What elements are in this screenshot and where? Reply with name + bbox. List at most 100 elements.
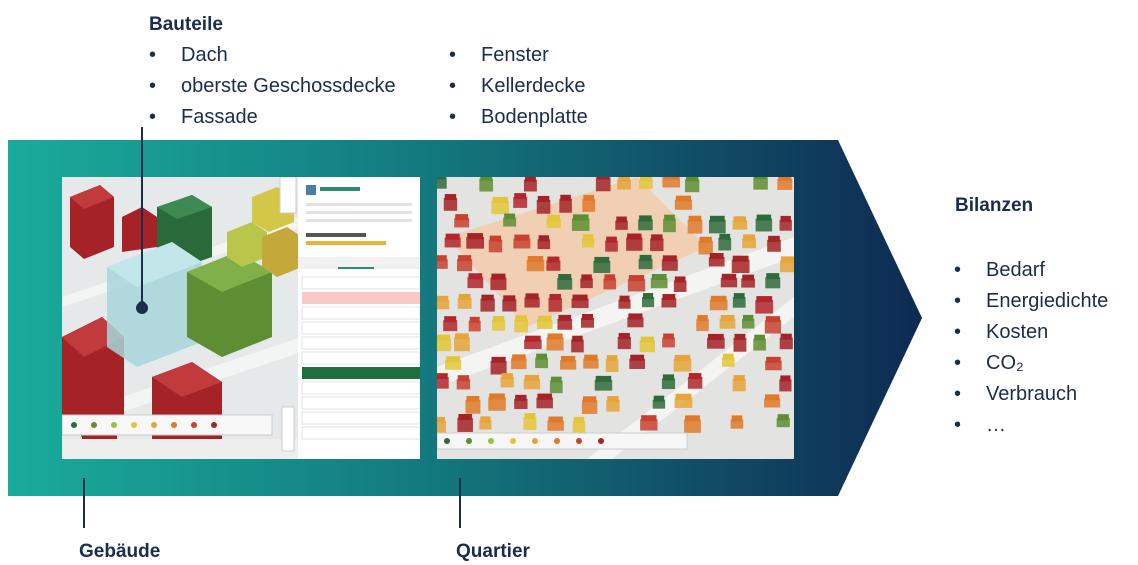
quartier-building-roof xyxy=(765,394,780,401)
quartier-building-roof xyxy=(766,273,780,280)
quartier-building xyxy=(684,419,701,433)
quartier-building-roof xyxy=(503,295,516,302)
quartier-building-roof xyxy=(606,355,618,362)
quartier-building-roof xyxy=(685,177,699,182)
bauteil-item: Fassade xyxy=(147,102,396,133)
quartier-building-roof xyxy=(437,416,446,423)
quartier-building xyxy=(764,320,782,334)
quartier-building-roof xyxy=(537,393,552,400)
quartier-building-roof xyxy=(594,256,610,263)
quartier-building-roof xyxy=(743,234,756,241)
quartier-building-roof xyxy=(468,273,483,280)
quartier-building-roof xyxy=(722,353,734,360)
quartier-building-roof xyxy=(674,276,686,283)
quartier-building xyxy=(663,218,676,233)
quartier-building-roof xyxy=(616,216,627,223)
bilanz-item: Bedarf xyxy=(952,255,1108,286)
quartier-building-roof xyxy=(491,273,506,280)
quartier-building-roof xyxy=(466,395,480,402)
quartier-building-roof xyxy=(558,274,572,281)
quartier-building-roof xyxy=(639,215,652,222)
quartier-building-roof xyxy=(457,255,472,262)
quartier-building-roof xyxy=(560,194,571,201)
quartier-building-roof xyxy=(595,375,612,382)
quartier-building-roof xyxy=(583,234,594,241)
quartier-building xyxy=(536,199,551,214)
quartier-building-roof xyxy=(733,293,745,300)
quartier-building-roof xyxy=(663,177,679,180)
quartier-building-roof xyxy=(444,316,457,323)
quartier-building-roof xyxy=(628,275,645,282)
quartier-building-roof xyxy=(492,316,505,323)
quartier-building-roof xyxy=(489,393,505,400)
quartier-building xyxy=(595,177,611,192)
quartier-building-roof xyxy=(720,315,735,322)
gebaeude-screenshot xyxy=(62,177,420,459)
quartier-building-roof xyxy=(651,274,667,281)
quartier-building-roof xyxy=(515,315,528,322)
quartier-building-roof xyxy=(765,316,781,323)
quartier-building-roof xyxy=(766,356,781,363)
quartier-building-roof xyxy=(731,415,743,422)
quartier-building-roof xyxy=(537,315,552,322)
quartier-building-roof xyxy=(619,295,630,302)
quartier-building-roof xyxy=(437,373,448,380)
quartier-building xyxy=(490,360,507,375)
quartier-building-roof xyxy=(467,233,484,240)
quartier-building-roof xyxy=(699,236,712,243)
quartier-connector-line xyxy=(459,478,461,528)
quartier-building-roof xyxy=(572,335,583,342)
quartier-building-roof xyxy=(618,177,630,182)
quartier-building-roof xyxy=(641,415,657,422)
quartier-building-roof xyxy=(524,177,536,182)
quartier-building-roof xyxy=(437,334,451,341)
quartier-building-roof xyxy=(606,236,617,243)
quartier-building-roof xyxy=(653,395,665,402)
quartier-building-roof xyxy=(561,355,576,362)
quartier-building-roof xyxy=(480,416,491,423)
quartier-building-roof xyxy=(709,215,725,222)
quartier-label: Quartier xyxy=(456,541,530,562)
quartier-building-roof xyxy=(444,194,457,201)
quartier-building-roof xyxy=(572,294,588,301)
quartier-building-roof xyxy=(489,235,502,242)
quartier-building-roof xyxy=(778,177,792,181)
quartier-building xyxy=(698,240,713,255)
bauteile-list-1: Dach oberste Geschossdecke Fassade xyxy=(147,40,396,133)
quartier-building-roof xyxy=(550,376,562,383)
quartier-building-roof xyxy=(780,333,792,340)
quartier-building-roof xyxy=(525,293,539,300)
quartier-building-roof xyxy=(492,196,508,203)
quartier-building xyxy=(488,397,506,411)
quartier-building-roof xyxy=(642,293,654,300)
bauteile-heading: Bauteile xyxy=(149,14,223,35)
quartier-building-roof xyxy=(549,293,561,300)
quartier-building-roof xyxy=(584,354,598,361)
quartier-building-roof xyxy=(664,214,675,221)
quartier-building xyxy=(559,198,572,213)
quartier-building xyxy=(457,418,473,432)
quartier-building-roof xyxy=(582,396,597,403)
quartier-building-roof xyxy=(628,313,643,320)
quartier-building-roof xyxy=(501,373,513,380)
bauteile-list-2: Fenster Kellerdecke Bodenplatte xyxy=(447,40,588,133)
quartier-building-roof xyxy=(514,193,527,200)
bauteil-item: oberste Geschossdecke xyxy=(147,71,396,102)
quartier-building-roof xyxy=(675,195,692,202)
quartier-building-roof xyxy=(688,373,702,380)
quartier-building-roof xyxy=(583,194,595,201)
quartier-building xyxy=(454,337,470,352)
quartier-building-roof xyxy=(524,374,540,381)
quartier-building-roof xyxy=(537,195,550,202)
quartier-building-roof xyxy=(582,313,594,320)
quartier-building xyxy=(755,300,774,314)
quartier-building-roof xyxy=(756,296,773,303)
gebaeude-3d-view xyxy=(62,177,420,459)
quartier-building-roof xyxy=(604,274,616,281)
quartier-building-roof xyxy=(548,416,563,423)
bauteil-item: Kellerdecke xyxy=(447,71,588,102)
quartier-building-roof xyxy=(630,354,645,361)
quartier-building-roof xyxy=(639,177,652,182)
quartier-building-roof xyxy=(618,333,630,340)
quartier-building-roof xyxy=(572,214,589,221)
